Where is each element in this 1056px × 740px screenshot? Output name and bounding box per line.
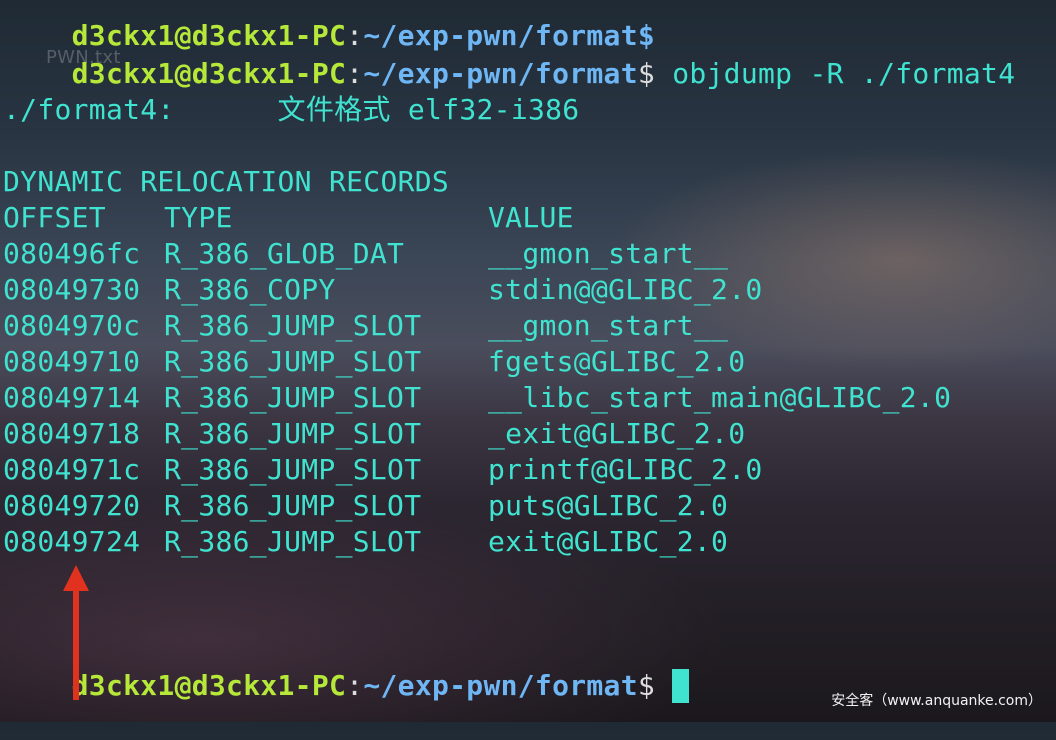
prompt-dollar: $ — [637, 669, 656, 702]
prompt-separator: : — [346, 669, 364, 702]
record-offset: 08049724 — [3, 525, 141, 558]
record-value: puts@GLIBC_2.0 — [488, 489, 729, 522]
record-offset: 080496fc — [3, 237, 141, 270]
record-value: fgets@GLIBC_2.0 — [488, 345, 746, 378]
prompt-path: ~/exp-pwn/format — [363, 57, 638, 90]
table-row: 08049718 R_386_JUMP_SLOT _exit@GLIBC_2.0 — [3, 416, 1003, 452]
arrow-shaft — [73, 589, 79, 700]
site-watermark: 安全客（www.anquanke.com） — [831, 693, 1042, 709]
table-row: 08049710 R_386_JUMP_SLOT fgets@GLIBC_2.0 — [3, 344, 1003, 380]
file-format-line: ./format4: 文件格式 elf32-i386 — [3, 93, 580, 126]
record-type: R_386_JUMP_SLOT — [164, 453, 422, 486]
previous-prompt-line: d3ckx1@d3ckx1-PC:~/exp-pwn/format$ — [71, 19, 656, 52]
table-row: 08049724 R_386_JUMP_SLOT exit@GLIBC_2.0 — [3, 524, 1003, 560]
record-value: __gmon_start__ — [488, 237, 729, 270]
prompt-separator: : — [346, 57, 364, 90]
prompt-user: d3ckx1@d3ckx1-PC — [71, 669, 347, 702]
record-offset: 08049720 — [3, 489, 141, 522]
table-row: 0804971c R_386_JUMP_SLOT printf@GLIBC_2.… — [3, 452, 1003, 488]
header-offset: OFFSET — [3, 201, 106, 234]
table-row: 08049720 R_386_JUMP_SLOT puts@GLIBC_2.0 — [3, 488, 1003, 524]
record-type: R_386_JUMP_SLOT — [164, 489, 422, 522]
command-line: d3ckx1@d3ckx1-PC:~/exp-pwn/format$ objdu… — [3, 20, 1015, 90]
record-type: R_386_JUMP_SLOT — [164, 525, 422, 558]
record-type: R_386_JUMP_SLOT — [164, 345, 422, 378]
text-cursor[interactable] — [672, 669, 690, 703]
command-text: objdump -R ./format4 — [655, 57, 1016, 90]
terminal-window[interactable]: d3ckx1@d3ckx1-PC:~/exp-pwn/format$ PWN.t… — [0, 0, 1056, 722]
arrow-head — [63, 565, 89, 591]
table-row: 08049714 R_386_JUMP_SLOT __libc_start_ma… — [3, 380, 1003, 416]
red-arrow-annotation — [63, 565, 89, 700]
record-type: R_386_JUMP_SLOT — [164, 309, 422, 342]
header-type: TYPE — [164, 201, 233, 234]
table-row: 08049730 R_386_COPY stdin@@GLIBC_2.0 — [3, 272, 1003, 308]
section-title: DYNAMIC RELOCATION RECORDS — [3, 165, 450, 198]
record-type: R_386_COPY — [164, 273, 336, 306]
current-prompt-line[interactable]: d3ckx1@d3ckx1-PC:~/exp-pwn/format$ — [3, 632, 690, 703]
record-value: _exit@GLIBC_2.0 — [488, 417, 746, 450]
record-offset: 08049714 — [3, 381, 141, 414]
record-value: exit@GLIBC_2.0 — [488, 525, 729, 558]
header-value: VALUE — [488, 201, 574, 234]
prompt-path: ~/exp-pwn/format — [363, 669, 638, 702]
prompt-dollar: $ — [637, 57, 656, 90]
record-type: R_386_GLOB_DAT — [164, 237, 405, 270]
prompt-user: d3ckx1@d3ckx1-PC — [71, 57, 347, 90]
record-value: stdin@@GLIBC_2.0 — [488, 273, 763, 306]
table-header: OFFSET TYPE VALUE — [3, 200, 1003, 236]
record-offset: 08049730 — [3, 273, 141, 306]
table-row: 0804970c R_386_JUMP_SLOT __gmon_start__ — [3, 308, 1003, 344]
record-offset: 08049718 — [3, 417, 141, 450]
record-offset: 08049710 — [3, 345, 141, 378]
table-row: 080496fc R_386_GLOB_DAT __gmon_start__ — [3, 236, 1003, 272]
record-type: R_386_JUMP_SLOT — [164, 381, 422, 414]
record-offset: 0804971c — [3, 453, 141, 486]
record-value: __libc_start_main@GLIBC_2.0 — [488, 381, 952, 414]
record-offset: 0804970c — [3, 309, 141, 342]
record-value: printf@GLIBC_2.0 — [488, 453, 763, 486]
record-type: R_386_JUMP_SLOT — [164, 417, 422, 450]
record-value: __gmon_start__ — [488, 309, 729, 342]
